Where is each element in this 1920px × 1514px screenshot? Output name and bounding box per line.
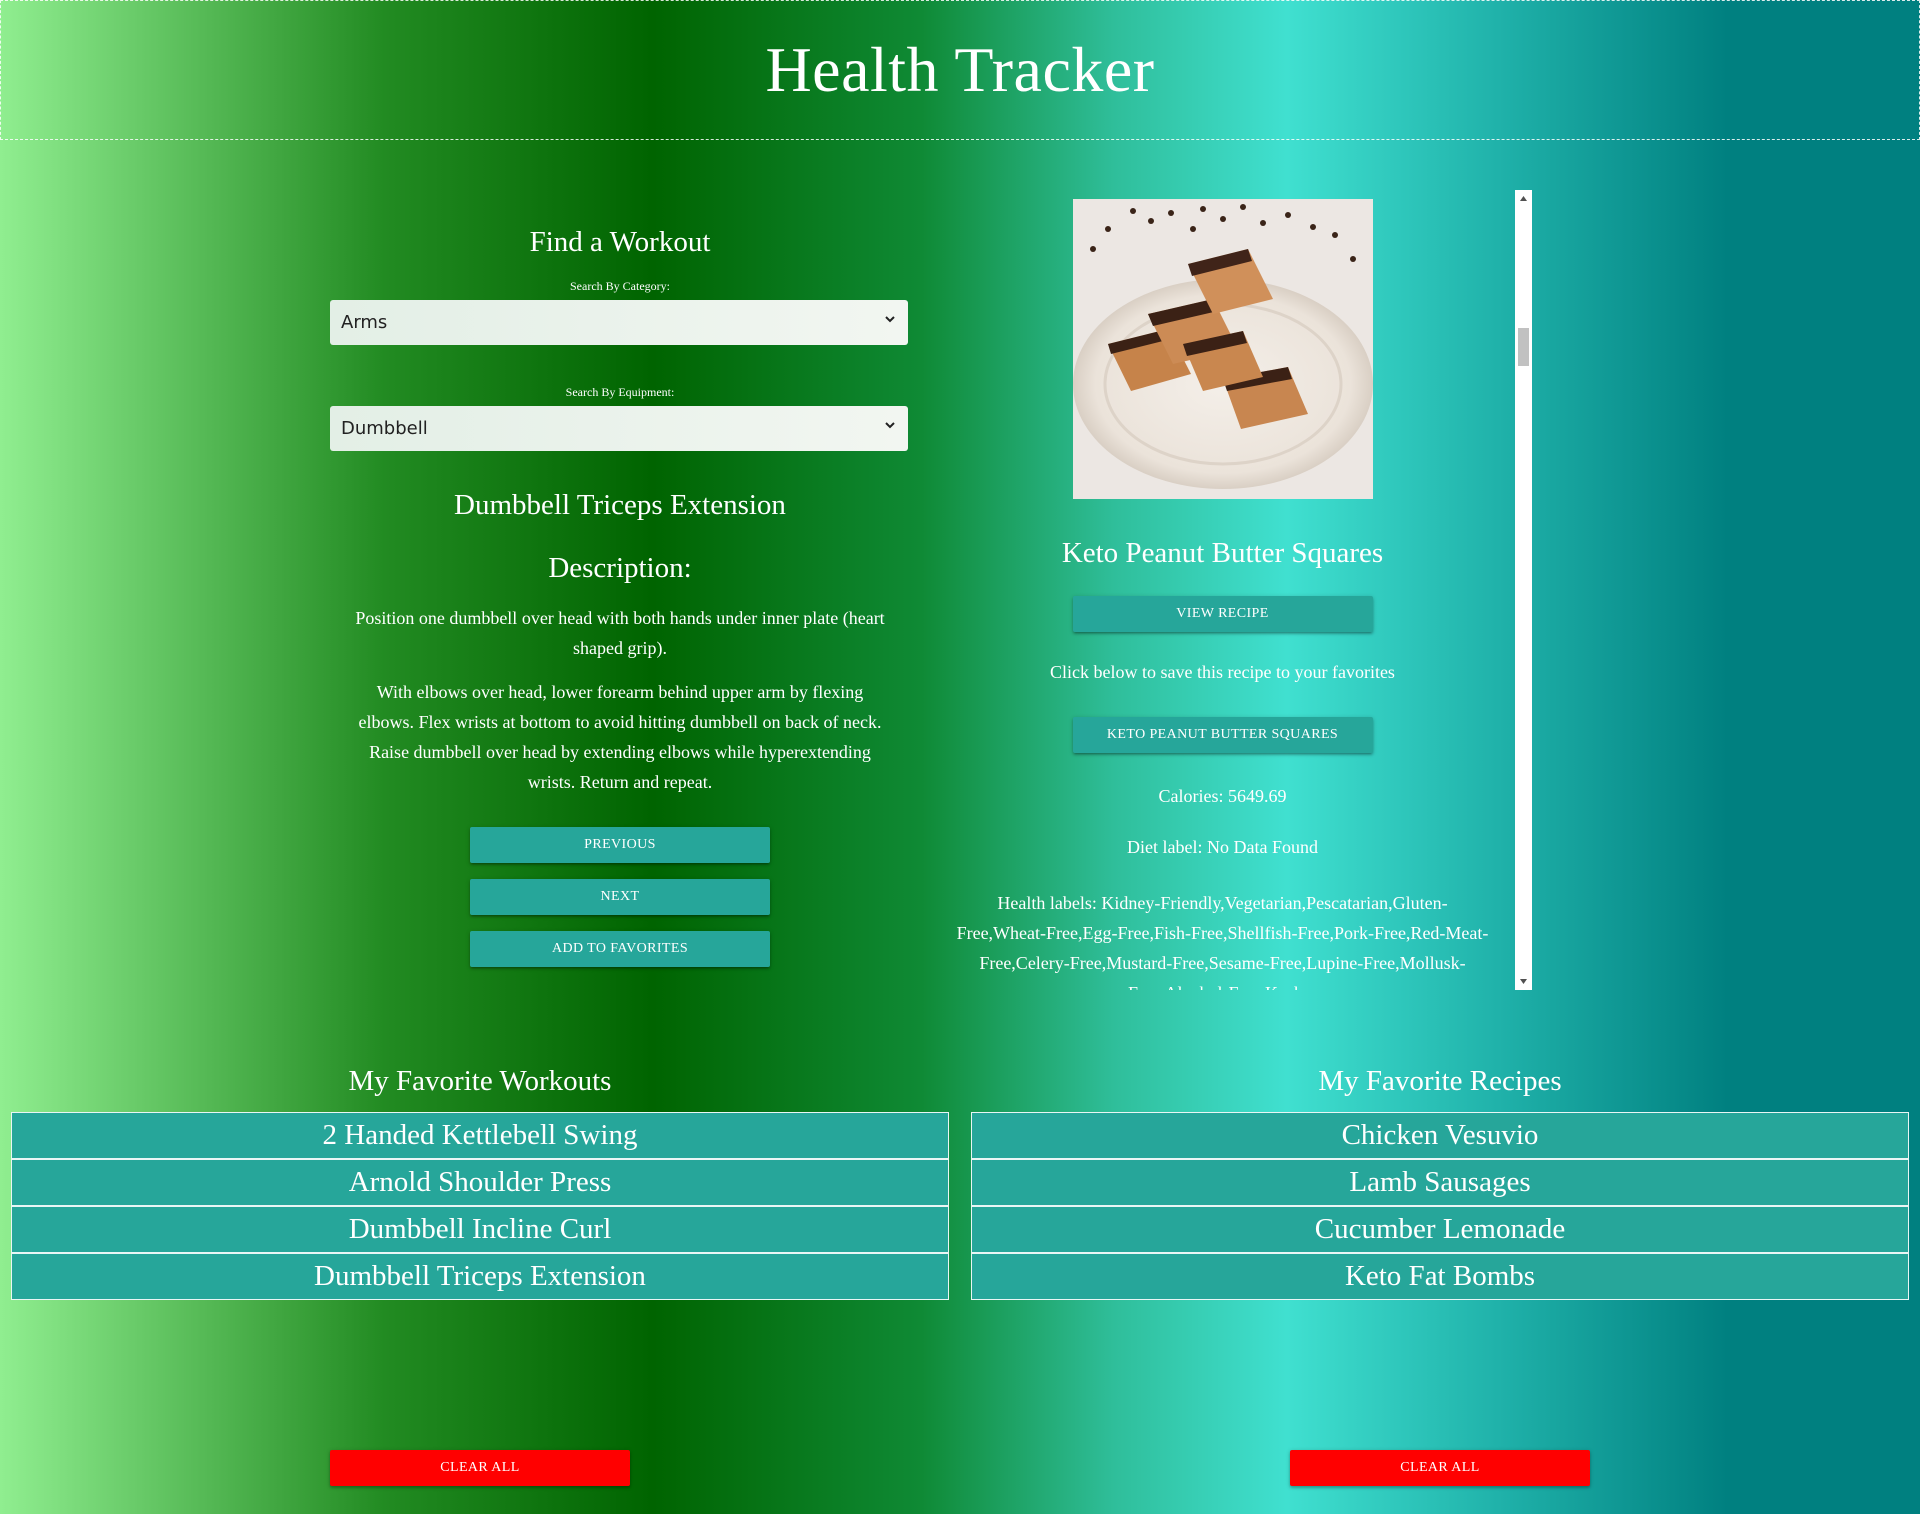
workout-name: Dumbbell Triceps Extension — [454, 489, 786, 521]
recipe-health-labels: Health labels: Kidney-Friendly,Vegetaria… — [956, 893, 1489, 990]
recipe-content: Keto Peanut Butter Squares VIEW RECIPE C… — [945, 199, 1500, 990]
add-to-favorites-button[interactable]: ADD TO FAVORITES — [470, 931, 770, 967]
favorite-recipes-section: My Favorite Recipes Chicken Vesuvio Lamb… — [971, 1065, 1909, 1300]
page-title: Health Tracker — [765, 34, 1155, 105]
scrollbar-thumb[interactable] — [1518, 328, 1529, 366]
favorite-workouts-section: My Favorite Workouts 2 Handed Kettlebell… — [11, 1065, 949, 1300]
favorite-recipe-item[interactable]: Cucumber Lemonade — [971, 1206, 1909, 1253]
save-recipe-text: Click below to save this recipe to your … — [1050, 662, 1395, 682]
description-title: Description: — [548, 552, 692, 584]
peanut-butter-squares-photo — [1072, 199, 1373, 499]
favorite-workouts-title: My Favorite Workouts — [348, 1065, 612, 1097]
clear-workouts-button[interactable]: CLEAR ALL — [330, 1450, 630, 1486]
favorite-recipe-item[interactable]: Chicken Vesuvio — [971, 1112, 1909, 1159]
favorite-recipe-item[interactable]: Keto Fat Bombs — [971, 1253, 1909, 1300]
chevron-down-icon — [885, 316, 895, 323]
find-workout-title: Find a Workout — [529, 226, 711, 258]
save-recipe-button[interactable]: KETO PEANUT BUTTER SQUARES — [1072, 717, 1373, 753]
recipe-calories: Calories: 5649.69 — [1158, 786, 1287, 806]
clear-recipes-button[interactable]: CLEAR ALL — [1290, 1450, 1590, 1486]
next-button[interactable]: NEXT — [470, 879, 770, 915]
description-paragraph: Position one dumbbell over head with bot… — [355, 608, 885, 658]
equipment-select[interactable]: Dumbbell — [330, 406, 908, 451]
recipe-title: Keto Peanut Butter Squares — [1061, 537, 1384, 569]
page-header: Health Tracker — [0, 0, 1920, 140]
arrow-down-icon[interactable] — [1519, 977, 1528, 986]
category-select[interactable]: Arms — [330, 300, 908, 345]
category-select-value: Arms — [341, 312, 388, 333]
recipe-scrollbar[interactable] — [1515, 190, 1532, 990]
recipe-panel[interactable]: Keto Peanut Butter Squares VIEW RECIPE C… — [945, 190, 1532, 990]
category-label: Search By Category: — [570, 279, 670, 293]
favorite-workout-item[interactable]: Arnold Shoulder Press — [11, 1159, 949, 1206]
view-recipe-button[interactable]: VIEW RECIPE — [1072, 596, 1373, 632]
equipment-select-value: Dumbbell — [341, 418, 428, 439]
recipe-diet-label: Diet label: No Data Found — [1127, 837, 1318, 857]
favorite-workouts-list: 2 Handed Kettlebell Swing Arnold Shoulde… — [11, 1112, 949, 1300]
favorite-workout-item[interactable]: Dumbbell Triceps Extension — [11, 1253, 949, 1300]
workout-finder: Find a Workout Search By Category: Arms … — [330, 190, 910, 967]
workout-buttons: PREVIOUS NEXT ADD TO FAVORITES — [330, 827, 910, 967]
arrow-up-icon[interactable] — [1519, 194, 1528, 203]
description-paragraph: With elbows over head, lower forearm beh… — [358, 682, 882, 792]
favorite-recipe-item[interactable]: Lamb Sausages — [971, 1159, 1909, 1206]
chevron-down-icon — [885, 422, 895, 429]
favorite-workout-item[interactable]: Dumbbell Incline Curl — [11, 1206, 949, 1253]
recipe-image — [1072, 199, 1373, 499]
favorite-workout-item[interactable]: 2 Handed Kettlebell Swing — [11, 1112, 949, 1159]
previous-button[interactable]: PREVIOUS — [470, 827, 770, 863]
favorite-recipes-list: Chicken Vesuvio Lamb Sausages Cucumber L… — [971, 1112, 1909, 1300]
favorite-recipes-title: My Favorite Recipes — [1318, 1065, 1562, 1097]
equipment-label: Search By Equipment: — [565, 385, 675, 399]
